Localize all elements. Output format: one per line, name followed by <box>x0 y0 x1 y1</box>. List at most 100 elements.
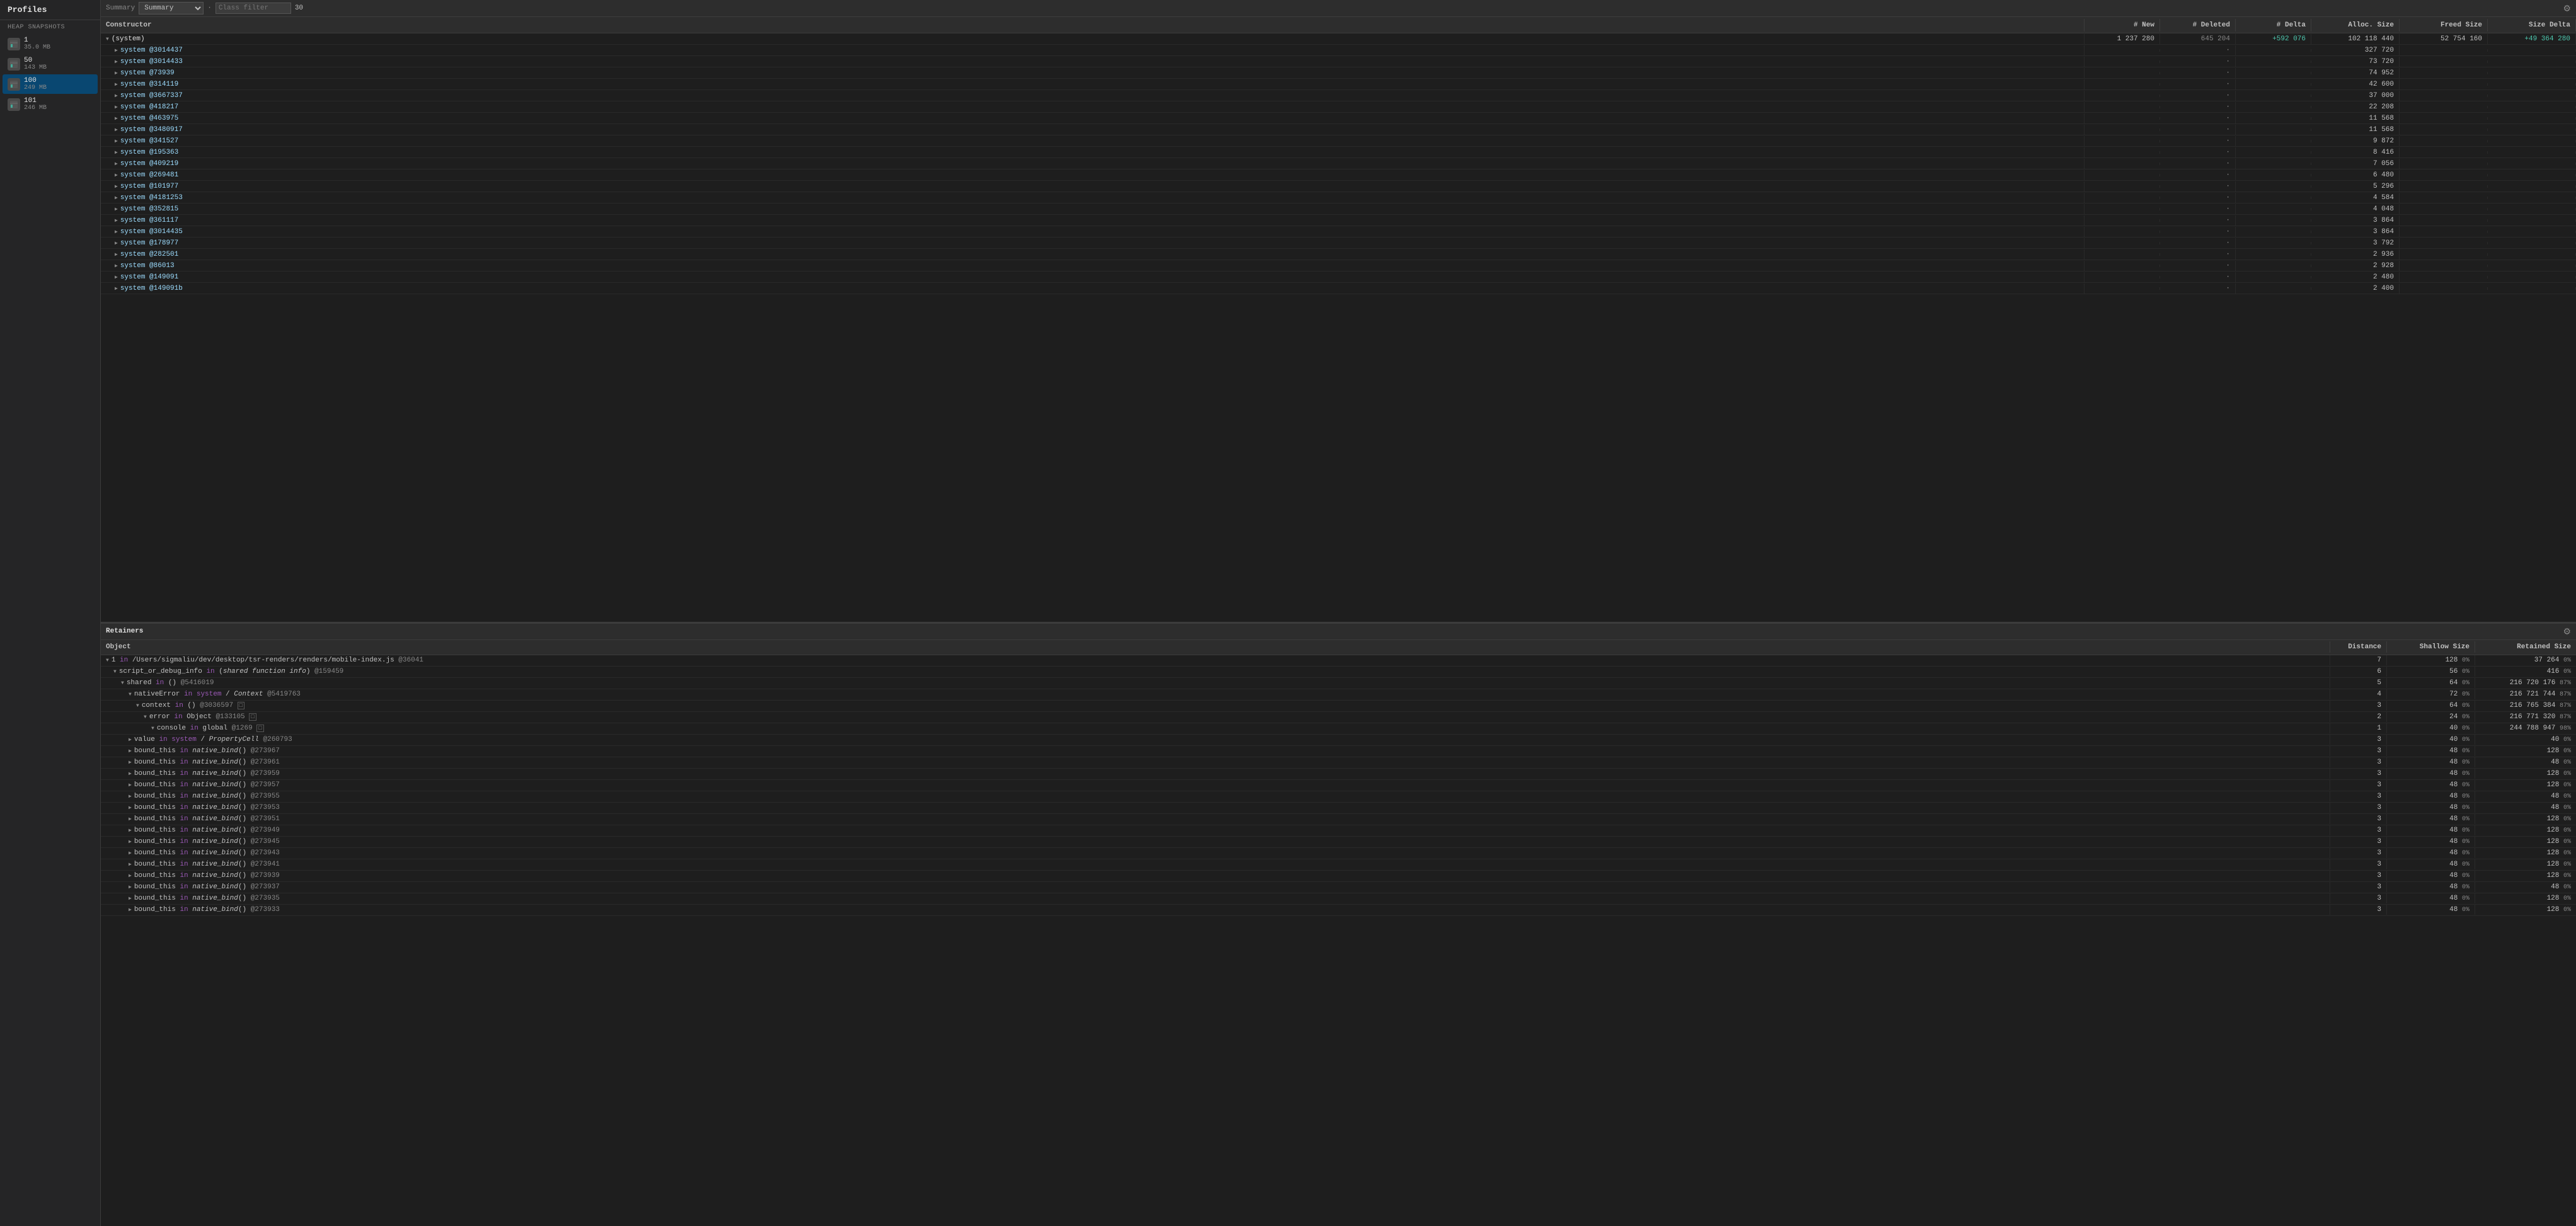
ret-row[interactable]: context in () @3036597 □ 3 64 0% 216 765… <box>101 701 2576 712</box>
table-row[interactable]: system @269481 · 6 480 <box>101 169 2576 181</box>
expand-arrow[interactable] <box>115 172 118 178</box>
expand-arrow[interactable] <box>144 714 147 720</box>
expand-arrow[interactable] <box>129 748 132 754</box>
ret-row[interactable]: bound_this in native_bind() @273955 3 48… <box>101 791 2576 803</box>
expand-arrow[interactable] <box>115 138 118 144</box>
snapshot-item[interactable]: 101 246 MB <box>3 95 98 114</box>
ret-row[interactable]: bound_this in native_bind() @273961 3 48… <box>101 757 2576 769</box>
ret-row[interactable]: bound_this in native_bind() @273935 3 48… <box>101 893 2576 905</box>
expand-arrow[interactable] <box>115 251 118 258</box>
ret-row[interactable]: bound_this in native_bind() @273957 3 48… <box>101 780 2576 791</box>
ret-row[interactable]: script_or_debug_info in (shared function… <box>101 667 2576 678</box>
ret-row[interactable]: bound_this in native_bind() @273939 3 48… <box>101 871 2576 882</box>
expand-arrow[interactable] <box>129 907 132 913</box>
ret-row[interactable]: nativeError in system / Context @5419763… <box>101 689 2576 701</box>
ret-row[interactable]: value in system / PropertyCell @260793 3… <box>101 735 2576 746</box>
expand-arrow[interactable] <box>129 861 132 868</box>
ret-row[interactable]: bound_this in native_bind() @273951 3 48… <box>101 814 2576 825</box>
table-row[interactable]: system @3667337 · 37 000 <box>101 90 2576 101</box>
ret-row[interactable]: bound_this in native_bind() @273959 3 48… <box>101 769 2576 780</box>
ret-row[interactable]: shared in () @5416019 5 64 0% 216 720 17… <box>101 678 2576 689</box>
ret-row[interactable]: bound_this in native_bind() @273937 3 48… <box>101 882 2576 893</box>
table-row[interactable]: system @149091 · 2 480 <box>101 272 2576 283</box>
table-row[interactable]: system @361117 · 3 864 <box>101 215 2576 226</box>
expand-arrow[interactable] <box>115 263 118 269</box>
expand-arrow[interactable] <box>115 93 118 99</box>
expand-arrow[interactable] <box>115 217 118 224</box>
expand-arrow[interactable] <box>115 183 118 190</box>
expand-arrow[interactable] <box>129 771 132 777</box>
ret-row[interactable]: bound_this in native_bind() @273943 3 48… <box>101 848 2576 859</box>
ret-row[interactable]: bound_this in native_bind() @273933 3 48… <box>101 905 2576 916</box>
expand-arrow[interactable] <box>129 793 132 799</box>
ret-row[interactable]: bound_this in native_bind() @273953 3 48… <box>101 803 2576 814</box>
expand-arrow[interactable] <box>129 736 132 743</box>
table-row[interactable]: system @73939 · 74 952 <box>101 67 2576 79</box>
expand-arrow[interactable] <box>115 206 118 212</box>
ret-row[interactable]: console in global @1269 □ 1 40 0% 244 78… <box>101 723 2576 735</box>
expand-arrow[interactable] <box>115 127 118 133</box>
expand-arrow[interactable] <box>129 782 132 788</box>
expand-arrow[interactable] <box>136 703 139 709</box>
summary-select[interactable]: Summary Comparison Containment Statistic… <box>139 2 204 14</box>
expand-arrow[interactable] <box>115 240 118 246</box>
expand-arrow[interactable] <box>115 47 118 54</box>
table-row[interactable]: system @178977 · 3 792 <box>101 238 2576 249</box>
table-row[interactable]: (system) 1 237 280 645 204 +592 076 102 … <box>101 33 2576 45</box>
expand-arrow[interactable] <box>129 692 132 697</box>
ret-row[interactable]: 1 in /Users/sigmaliu/dev/desktop/tsr-ren… <box>101 655 2576 667</box>
table-row[interactable]: system @314119 · 42 600 <box>101 79 2576 90</box>
snapshot-item[interactable]: 50 143 MB <box>3 54 98 74</box>
expand-arrow[interactable] <box>106 658 109 663</box>
snapshot-item[interactable]: 100 249 MB <box>3 74 98 94</box>
table-row[interactable]: system @149091b · 2 400 <box>101 283 2576 294</box>
expand-arrow[interactable] <box>115 70 118 76</box>
expand-arrow[interactable] <box>115 59 118 65</box>
expand-arrow[interactable] <box>113 669 117 675</box>
expand-arrow[interactable] <box>115 285 118 292</box>
expand-arrow[interactable] <box>129 884 132 890</box>
expand-arrow[interactable] <box>129 759 132 765</box>
settings-icon-button[interactable]: ⚙ <box>2563 3 2571 14</box>
table-row[interactable]: system @3014437 · 327 720 <box>101 45 2576 56</box>
expand-arrow[interactable] <box>129 850 132 856</box>
retainers-settings-button[interactable]: ⚙ <box>2563 626 2571 637</box>
expand-arrow[interactable] <box>106 37 109 42</box>
table-row[interactable]: system @3014433 · 73 720 <box>101 56 2576 67</box>
table-row[interactable]: system @341527 · 9 872 <box>101 135 2576 147</box>
expand-arrow[interactable] <box>115 274 118 280</box>
class-filter-input[interactable] <box>216 3 291 14</box>
table-row[interactable]: system @4181253 · 4 584 <box>101 192 2576 203</box>
ret-row[interactable]: bound_this in native_bind() @273941 3 48… <box>101 859 2576 871</box>
table-row[interactable]: system @352815 · 4 048 <box>101 203 2576 215</box>
ret-row[interactable]: bound_this in native_bind() @273967 3 48… <box>101 746 2576 757</box>
expand-arrow[interactable] <box>115 115 118 122</box>
table-row[interactable]: system @86013 · 2 928 <box>101 260 2576 272</box>
ret-row[interactable]: bound_this in native_bind() @273949 3 48… <box>101 825 2576 837</box>
expand-arrow[interactable] <box>115 161 118 167</box>
table-row[interactable]: system @101977 · 5 296 <box>101 181 2576 192</box>
table-row[interactable]: system @463975 · 11 568 <box>101 113 2576 124</box>
expand-arrow[interactable] <box>129 816 132 822</box>
expand-arrow[interactable] <box>129 895 132 902</box>
expand-arrow[interactable] <box>151 726 154 731</box>
snapshot-item[interactable]: 1 35.0 MB <box>3 34 98 54</box>
table-row[interactable]: system @3480917 · 11 568 <box>101 124 2576 135</box>
expand-arrow[interactable] <box>115 195 118 201</box>
ret-row[interactable]: bound_this in native_bind() @273945 3 48… <box>101 837 2576 848</box>
expand-arrow[interactable] <box>129 839 132 845</box>
table-row[interactable]: system @409219 · 7 056 <box>101 158 2576 169</box>
expand-arrow[interactable] <box>115 81 118 88</box>
expand-arrow[interactable] <box>129 805 132 811</box>
expand-arrow[interactable] <box>115 229 118 235</box>
table-row[interactable]: system @418217 · 22 208 <box>101 101 2576 113</box>
ret-row[interactable]: error in Object @133105 □ 2 24 0% 216 77… <box>101 712 2576 723</box>
expand-arrow[interactable] <box>115 104 118 110</box>
expand-arrow[interactable] <box>115 149 118 156</box>
table-row[interactable]: system @195363 · 8 416 <box>101 147 2576 158</box>
expand-arrow[interactable] <box>129 827 132 834</box>
expand-arrow[interactable] <box>121 680 124 686</box>
table-row[interactable]: system @3014435 · 3 864 <box>101 226 2576 238</box>
expand-arrow[interactable] <box>129 873 132 879</box>
table-row[interactable]: system @282501 · 2 936 <box>101 249 2576 260</box>
